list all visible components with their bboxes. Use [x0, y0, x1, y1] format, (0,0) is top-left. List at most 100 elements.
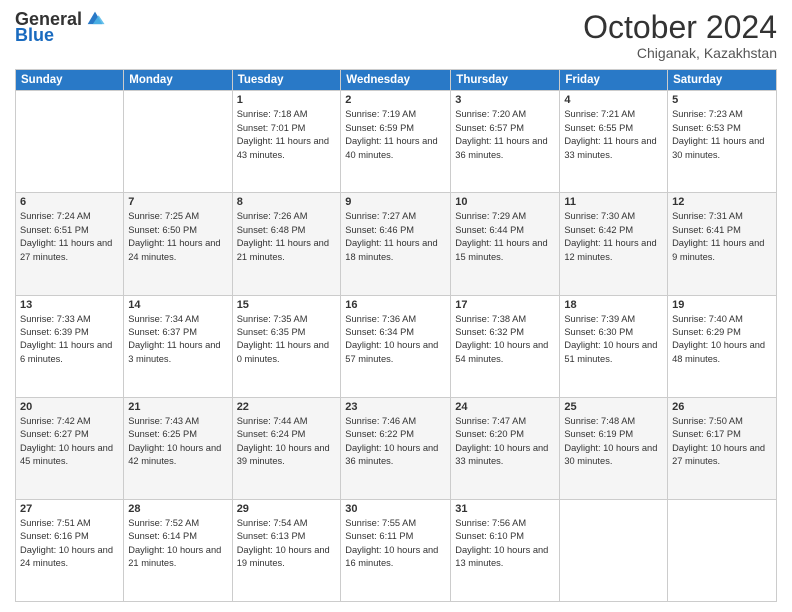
day-info: Sunrise: 7:26 AM Sunset: 6:48 PM Dayligh…	[237, 210, 337, 264]
day-number: 20	[20, 401, 119, 413]
day-info: Sunrise: 7:52 AM Sunset: 6:14 PM Dayligh…	[128, 517, 227, 571]
day-number: 17	[455, 299, 555, 311]
day-number: 7	[128, 196, 227, 208]
day-cell	[560, 499, 668, 601]
day-cell: 6 Sunrise: 7:24 AM Sunset: 6:51 PM Daylig…	[16, 193, 124, 295]
day-cell: 15Sunrise: 7:35 AM Sunset: 6:35 PM Dayli…	[232, 295, 341, 397]
day-cell	[668, 499, 777, 601]
day-info: Sunrise: 7:39 AM Sunset: 6:30 PM Dayligh…	[564, 313, 663, 367]
day-info: Sunrise: 7:20 AM Sunset: 6:57 PM Dayligh…	[455, 108, 555, 162]
day-info: Sunrise: 7:23 AM Sunset: 6:53 PM Dayligh…	[672, 108, 772, 162]
day-cell	[16, 91, 124, 193]
day-cell: 21Sunrise: 7:43 AM Sunset: 6:25 PM Dayli…	[124, 397, 232, 499]
day-info: Sunrise: 7:31 AM Sunset: 6:41 PM Dayligh…	[672, 210, 772, 264]
day-info: Sunrise: 7:54 AM Sunset: 6:13 PM Dayligh…	[237, 517, 337, 571]
day-cell: 13Sunrise: 7:33 AM Sunset: 6:39 PM Dayli…	[16, 295, 124, 397]
day-info: Sunrise: 7:36 AM Sunset: 6:34 PM Dayligh…	[345, 313, 446, 367]
col-header-sunday: Sunday	[16, 70, 124, 91]
day-number: 26	[672, 401, 772, 413]
day-number: 16	[345, 299, 446, 311]
day-info: Sunrise: 7:19 AM Sunset: 6:59 PM Dayligh…	[345, 108, 446, 162]
day-cell: 1 Sunrise: 7:18 AM Sunset: 7:01 PM Daylig…	[232, 91, 341, 193]
day-info: Sunrise: 7:33 AM Sunset: 6:39 PM Dayligh…	[20, 313, 119, 367]
day-cell: 9 Sunrise: 7:27 AM Sunset: 6:46 PM Daylig…	[341, 193, 451, 295]
day-info: Sunrise: 7:44 AM Sunset: 6:24 PM Dayligh…	[237, 415, 337, 469]
day-cell	[124, 91, 232, 193]
day-number: 25	[564, 401, 663, 413]
day-number: 14	[128, 299, 227, 311]
day-cell: 18 Sunrise: 7:39 AM Sunset: 6:30 PM Dayli…	[560, 295, 668, 397]
day-cell: 26 Sunrise: 7:50 AM Sunset: 6:17 PM Dayli…	[668, 397, 777, 499]
col-header-wednesday: Wednesday	[341, 70, 451, 91]
day-number: 30	[345, 503, 446, 515]
day-info: Sunrise: 7:21 AM Sunset: 6:55 PM Dayligh…	[564, 108, 663, 162]
day-info: Sunrise: 7:40 AM Sunset: 6:29 PM Dayligh…	[672, 313, 772, 367]
day-info: Sunrise: 7:48 AM Sunset: 6:19 PM Dayligh…	[564, 415, 663, 469]
day-info: Sunrise: 7:34 AM Sunset: 6:37 PM Dayligh…	[128, 313, 227, 367]
day-number: 9	[345, 196, 446, 208]
day-info: Sunrise: 7:56 AM Sunset: 6:10 PM Dayligh…	[455, 517, 555, 571]
week-row-1: 1 Sunrise: 7:18 AM Sunset: 7:01 PM Daylig…	[16, 91, 777, 193]
day-info: Sunrise: 7:51 AM Sunset: 6:16 PM Dayligh…	[20, 517, 119, 571]
day-info: Sunrise: 7:50 AM Sunset: 6:17 PM Dayligh…	[672, 415, 772, 469]
week-row-3: 13Sunrise: 7:33 AM Sunset: 6:39 PM Dayli…	[16, 295, 777, 397]
logo: General Blue	[15, 10, 106, 46]
day-info: Sunrise: 7:35 AM Sunset: 6:35 PM Dayligh…	[237, 313, 337, 367]
day-info: Sunrise: 7:18 AM Sunset: 7:01 PM Dayligh…	[237, 108, 337, 162]
calendar: SundayMondayTuesdayWednesdayThursdayFrid…	[15, 69, 777, 602]
day-number: 18	[564, 299, 663, 311]
day-cell: 28 Sunrise: 7:52 AM Sunset: 6:14 PM Dayli…	[124, 499, 232, 601]
day-info: Sunrise: 7:38 AM Sunset: 6:32 PM Dayligh…	[455, 313, 555, 367]
day-cell: 16 Sunrise: 7:36 AM Sunset: 6:34 PM Dayli…	[341, 295, 451, 397]
location-subtitle: Chiganak, Kazakhstan	[583, 45, 777, 61]
day-number: 1	[237, 94, 337, 106]
day-number: 12	[672, 196, 772, 208]
header: General Blue October 2024 Chiganak, Kaza…	[15, 10, 777, 61]
page: General Blue October 2024 Chiganak, Kaza…	[0, 0, 792, 612]
col-header-saturday: Saturday	[668, 70, 777, 91]
day-cell: 23Sunrise: 7:46 AM Sunset: 6:22 PM Dayli…	[341, 397, 451, 499]
day-info: Sunrise: 7:46 AM Sunset: 6:22 PM Dayligh…	[345, 415, 446, 469]
day-number: 27	[20, 503, 119, 515]
day-cell: 7 Sunrise: 7:25 AM Sunset: 6:50 PM Daylig…	[124, 193, 232, 295]
col-header-monday: Monday	[124, 70, 232, 91]
day-cell: 22 Sunrise: 7:44 AM Sunset: 6:24 PM Dayli…	[232, 397, 341, 499]
day-number: 22	[237, 401, 337, 413]
day-number: 2	[345, 94, 446, 106]
day-number: 21	[128, 401, 227, 413]
day-cell: 29 Sunrise: 7:54 AM Sunset: 6:13 PM Dayli…	[232, 499, 341, 601]
day-cell: 3 Sunrise: 7:20 AM Sunset: 6:57 PM Daylig…	[451, 91, 560, 193]
day-cell: 20Sunrise: 7:42 AM Sunset: 6:27 PM Dayli…	[16, 397, 124, 499]
week-row-5: 27 Sunrise: 7:51 AM Sunset: 6:16 PM Dayli…	[16, 499, 777, 601]
day-number: 19	[672, 299, 772, 311]
day-number: 3	[455, 94, 555, 106]
day-number: 5	[672, 94, 772, 106]
day-number: 28	[128, 503, 227, 515]
day-cell: 10 Sunrise: 7:29 AM Sunset: 6:44 PM Dayli…	[451, 193, 560, 295]
day-info: Sunrise: 7:25 AM Sunset: 6:50 PM Dayligh…	[128, 210, 227, 264]
day-info: Sunrise: 7:30 AM Sunset: 6:42 PM Dayligh…	[564, 210, 663, 264]
day-info: Sunrise: 7:24 AM Sunset: 6:51 PM Dayligh…	[20, 210, 119, 264]
day-cell: 8 Sunrise: 7:26 AM Sunset: 6:48 PM Daylig…	[232, 193, 341, 295]
month-title: October 2024	[583, 10, 777, 45]
col-header-friday: Friday	[560, 70, 668, 91]
col-header-thursday: Thursday	[451, 70, 560, 91]
day-cell: 14 Sunrise: 7:34 AM Sunset: 6:37 PM Dayli…	[124, 295, 232, 397]
header-row: SundayMondayTuesdayWednesdayThursdayFrid…	[16, 70, 777, 91]
day-number: 8	[237, 196, 337, 208]
logo-blue: Blue	[15, 26, 54, 46]
day-info: Sunrise: 7:47 AM Sunset: 6:20 PM Dayligh…	[455, 415, 555, 469]
day-number: 10	[455, 196, 555, 208]
day-number: 24	[455, 401, 555, 413]
day-number: 29	[237, 503, 337, 515]
day-info: Sunrise: 7:27 AM Sunset: 6:46 PM Dayligh…	[345, 210, 446, 264]
day-number: 6	[20, 196, 119, 208]
col-header-tuesday: Tuesday	[232, 70, 341, 91]
day-cell: 19 Sunrise: 7:40 AM Sunset: 6:29 PM Dayli…	[668, 295, 777, 397]
day-cell: 5 Sunrise: 7:23 AM Sunset: 6:53 PM Daylig…	[668, 91, 777, 193]
day-info: Sunrise: 7:29 AM Sunset: 6:44 PM Dayligh…	[455, 210, 555, 264]
day-cell: 4Sunrise: 7:21 AM Sunset: 6:55 PM Daylig…	[560, 91, 668, 193]
day-number: 31	[455, 503, 555, 515]
day-cell: 24 Sunrise: 7:47 AM Sunset: 6:20 PM Dayli…	[451, 397, 560, 499]
day-cell: 17 Sunrise: 7:38 AM Sunset: 6:32 PM Dayli…	[451, 295, 560, 397]
